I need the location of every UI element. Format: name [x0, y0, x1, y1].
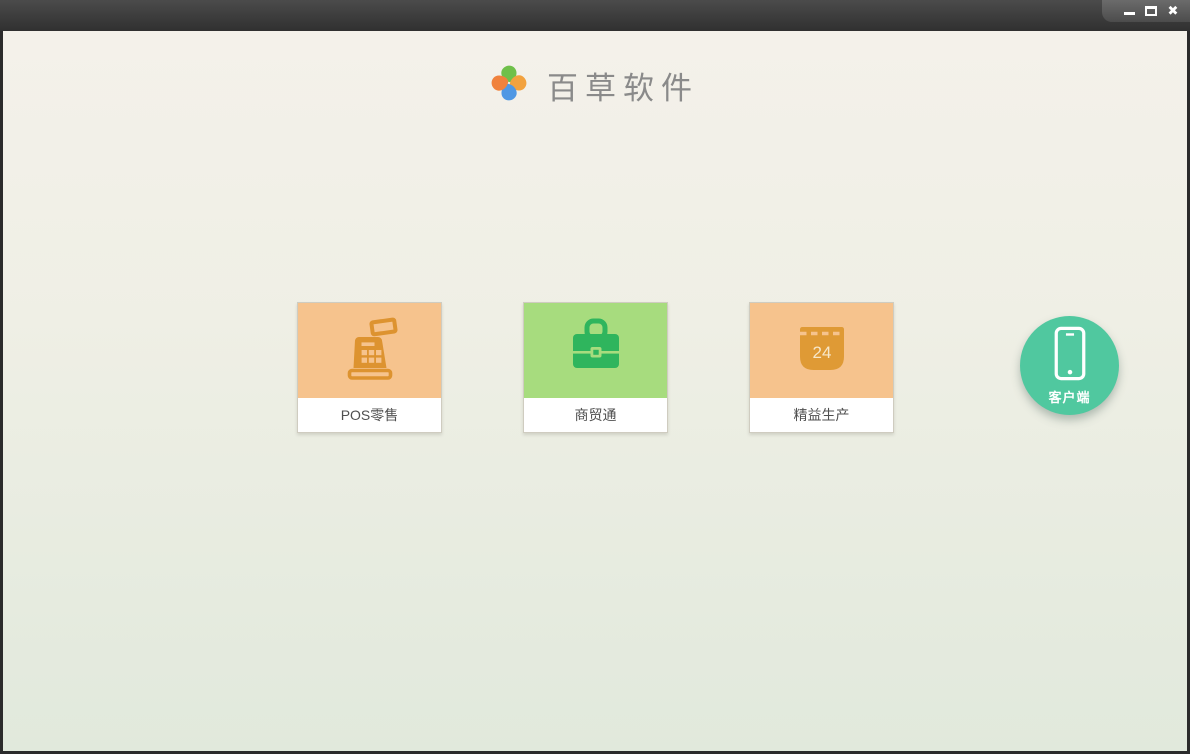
client-button-label: 客户端 [1048, 389, 1091, 405]
window-controls: ✖ [1102, 0, 1190, 22]
card-label: 商贸通 [524, 398, 667, 432]
minimize-icon [1123, 11, 1135, 15]
cash-register-icon [338, 316, 402, 385]
product-card-lean[interactable]: 24 精益生产 [749, 302, 894, 433]
main-content: 百草软件 POS零售 商贸通 24 精益生产 客户端 [3, 31, 1187, 751]
app-window: ✖ 百草软件 POS零售 商贸通 24 精益生产 客户端 [0, 0, 1190, 754]
minimize-button[interactable] [1118, 1, 1140, 21]
smartphone-icon [1052, 326, 1088, 386]
pinwheel-icon [491, 65, 527, 106]
maximize-button[interactable] [1140, 1, 1162, 21]
card-label: POS零售 [298, 398, 441, 432]
app-title: 百草软件 [547, 70, 699, 107]
titlebar[interactable]: ✖ [0, 0, 1190, 31]
close-button[interactable]: ✖ [1162, 1, 1184, 21]
maximize-icon [1145, 6, 1157, 16]
card-icon-area: 24 [750, 303, 893, 398]
close-icon: ✖ [1167, 3, 1179, 19]
briefcase-icon [564, 316, 628, 385]
client-button[interactable]: 客户端 [1020, 316, 1119, 415]
card-label: 精益生产 [750, 398, 893, 432]
product-card-trade[interactable]: 商贸通 [523, 302, 668, 433]
brand-header: 百草软件 [3, 55, 1187, 115]
calendar-day: 24 [812, 343, 831, 362]
card-icon-area [298, 303, 441, 398]
calendar-icon: 24 [790, 316, 854, 385]
card-icon-area [524, 303, 667, 398]
product-card-pos[interactable]: POS零售 [297, 302, 442, 433]
